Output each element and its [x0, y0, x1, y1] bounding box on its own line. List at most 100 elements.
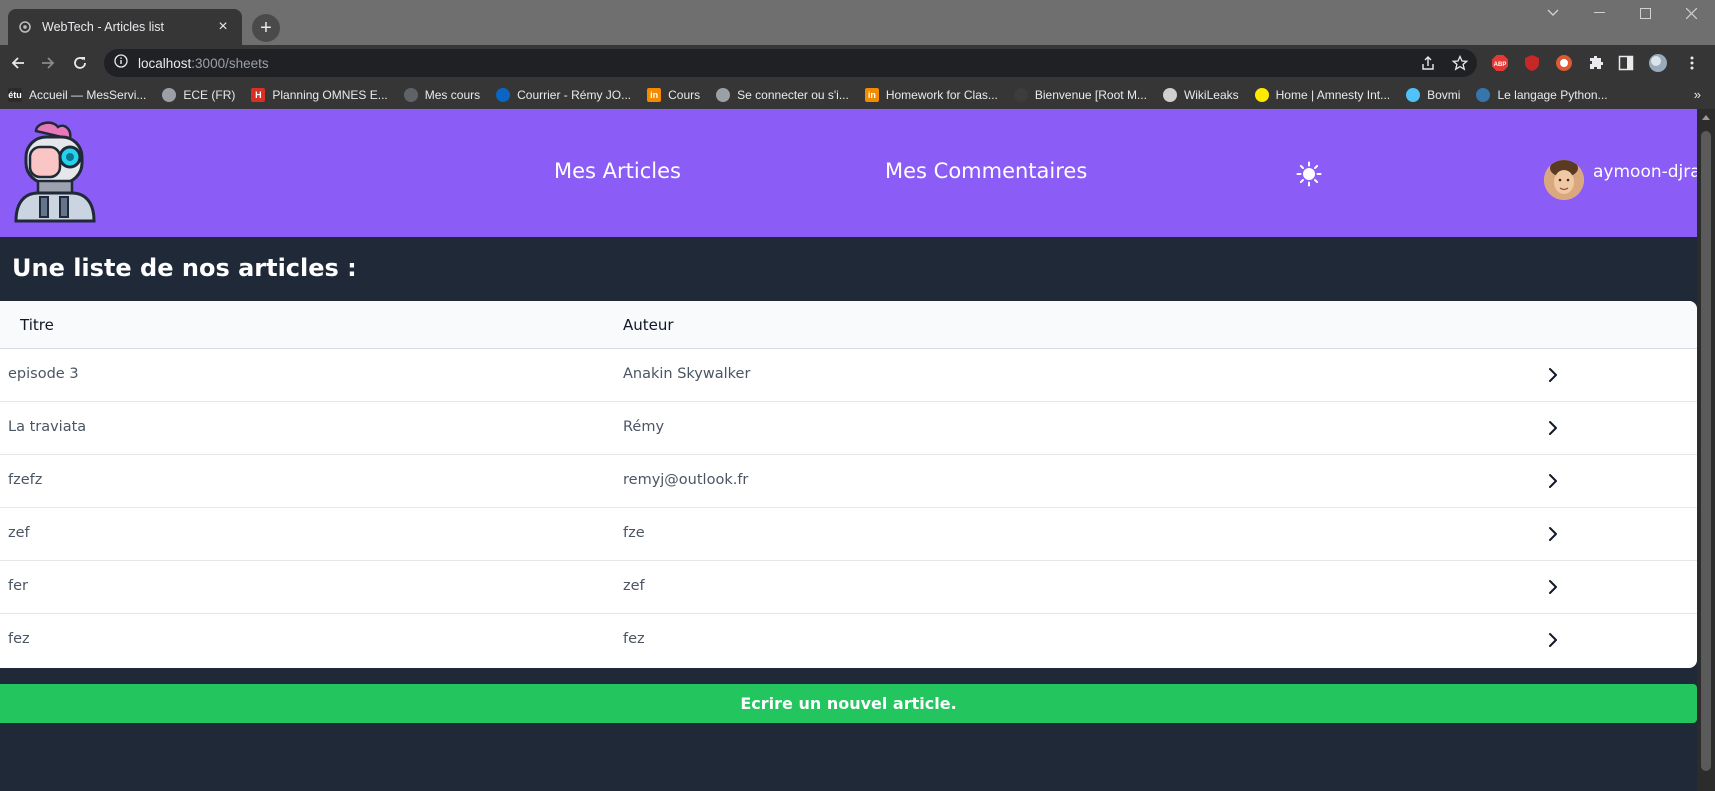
extensions-icon[interactable]: [1586, 53, 1606, 73]
cell-author: remyj@outlook.fr: [623, 472, 749, 488]
bookmark-item[interactable]: Home | Amnesty Int...: [1254, 88, 1391, 102]
bookmark-label: WikiLeaks: [1183, 88, 1239, 102]
column-header-titre: Titre: [20, 316, 54, 334]
side-panel-icon[interactable]: [1616, 53, 1636, 73]
username[interactable]: aymoon-djrak: [1593, 162, 1697, 182]
bookmarks-more-icon[interactable]: »: [1694, 87, 1701, 102]
reload-icon[interactable]: [70, 53, 90, 73]
profile-icon[interactable]: [1648, 53, 1668, 73]
bookmark-label: Homework for Clas...: [885, 88, 998, 102]
new-tab-button[interactable]: +: [252, 14, 280, 42]
bookmark-item[interactable]: in Cours: [647, 88, 700, 102]
bookmark-item[interactable]: in Homework for Clas...: [864, 88, 998, 102]
site-info-icon[interactable]: [114, 53, 128, 73]
cell-author: Rémy: [623, 419, 665, 435]
chevron-right-icon[interactable]: [1546, 632, 1560, 648]
bookmark-label: Mes cours: [424, 88, 481, 102]
bookmark-item[interactable]: Se connecter ou s'i...: [716, 88, 849, 102]
tab-favicon-icon: [18, 20, 32, 34]
duckduckgo-icon[interactable]: [1554, 53, 1574, 73]
table-row[interactable]: fez fez: [0, 614, 1697, 667]
address-bar[interactable]: localhost:3000/sheets: [104, 49, 1477, 77]
cell-title: fer: [8, 578, 28, 594]
bookmark-label: Courrier - Rémy JO...: [517, 88, 632, 102]
table-row[interactable]: zef fze: [0, 508, 1697, 561]
bookmark-label: ECE (FR): [183, 88, 236, 102]
cell-title: fzefz: [8, 472, 43, 488]
bookmark-item[interactable]: Mes cours: [403, 88, 481, 102]
nav-mes-articles[interactable]: Mes Articles: [554, 159, 681, 183]
bookmark-item[interactable]: H Planning OMNES E...: [251, 88, 388, 102]
bookmark-favicon-icon: H: [251, 88, 266, 102]
table-row[interactable]: fer zef: [0, 561, 1697, 614]
cell-author: fze: [623, 525, 645, 541]
bookmark-item[interactable]: Bienvenue [Root M...: [1013, 88, 1147, 102]
bookmark-item[interactable]: WikiLeaks: [1162, 88, 1239, 102]
ublock-icon[interactable]: [1522, 53, 1542, 73]
table-header: Titre Auteur: [0, 301, 1697, 349]
bookmark-label: Bienvenue [Root M...: [1034, 88, 1147, 102]
page-scrollbar[interactable]: [1697, 109, 1715, 791]
bookmark-favicon-icon: [1476, 88, 1491, 102]
nav-mes-commentaires[interactable]: Mes Commentaires: [885, 159, 1087, 183]
back-icon[interactable]: [8, 53, 28, 73]
cell-title: zef: [8, 525, 30, 541]
bookmark-favicon-icon: [716, 88, 731, 102]
articles-table: Titre Auteur episode 3 Anakin Skywalker La…: [0, 301, 1697, 668]
chevron-right-icon[interactable]: [1546, 526, 1560, 542]
bookmark-label: Le langage Python...: [1497, 88, 1608, 102]
bookmark-item[interactable]: Le langage Python...: [1476, 88, 1608, 102]
bookmark-item[interactable]: Courrier - Rémy JO...: [496, 88, 631, 102]
bookmark-label: Cours: [668, 88, 701, 102]
cell-title: fez: [8, 631, 30, 647]
table-row[interactable]: La traviata Rémy: [0, 402, 1697, 455]
url-host: localhost: [138, 55, 192, 71]
url-path: :3000/sheets: [191, 55, 269, 71]
bookmark-favicon-icon: [1406, 88, 1421, 102]
bookmark-label: Se connecter ou s'i...: [737, 88, 849, 102]
adblock-icon[interactable]: ABP: [1490, 53, 1510, 73]
page-content: Mes Articles Mes Commentaires aymoon-djr…: [0, 109, 1697, 791]
chevron-right-icon[interactable]: [1546, 367, 1560, 383]
scroll-thumb[interactable]: [1701, 131, 1711, 771]
close-window-icon[interactable]: [1668, 0, 1714, 26]
bookmark-item[interactable]: ECE (FR): [162, 88, 235, 102]
browser-tab-active[interactable]: WebTech - Articles list ×: [8, 9, 242, 45]
menu-icon[interactable]: [1682, 53, 1702, 73]
bookmark-favicon-icon: [1162, 88, 1177, 102]
chevron-right-icon[interactable]: [1546, 420, 1560, 436]
table-row[interactable]: episode 3 Anakin Skywalker: [0, 349, 1697, 402]
bookmark-star-icon[interactable]: [1450, 53, 1470, 73]
chevron-right-icon[interactable]: [1546, 473, 1560, 489]
chevron-right-icon[interactable]: [1546, 579, 1560, 595]
bookmark-favicon-icon: [496, 88, 511, 102]
bookmark-label: Bovmi: [1427, 88, 1461, 102]
scroll-up-icon[interactable]: [1702, 115, 1710, 120]
browser-toolbar: localhost:3000/sheets ABP: [0, 45, 1715, 81]
new-article-button[interactable]: Ecrire un nouvel article.: [0, 684, 1697, 723]
cell-author: Anakin Skywalker: [623, 366, 751, 382]
forward-icon[interactable]: [38, 53, 58, 73]
sun-icon[interactable]: [1296, 161, 1322, 187]
tab-search-icon[interactable]: [1530, 0, 1576, 26]
table-row[interactable]: fzefz remyj@outlook.fr: [0, 455, 1697, 508]
share-icon[interactable]: [1418, 53, 1438, 73]
bookmark-favicon-icon: [403, 88, 418, 102]
bookmark-label: Home | Amnesty Int...: [1275, 88, 1391, 102]
tab-close-icon[interactable]: ×: [214, 18, 232, 36]
bookmark-favicon-icon: [162, 88, 177, 102]
site-header: Mes Articles Mes Commentaires aymoon-djr…: [0, 109, 1697, 237]
maximize-icon[interactable]: [1622, 0, 1668, 26]
url-text: localhost:3000/sheets: [138, 56, 269, 71]
avatar[interactable]: [1544, 160, 1584, 200]
browser-tabstrip: WebTech - Articles list × +: [0, 0, 1715, 45]
bookmark-item[interactable]: étu Accueil — MesServi...: [8, 88, 146, 102]
bookmark-favicon-icon: in: [647, 88, 662, 102]
table-body: episode 3 Anakin Skywalker La traviata Rémy…: [0, 349, 1697, 667]
bookmark-item[interactable]: Bovmi: [1406, 88, 1460, 102]
bookmarks-bar: étu Accueil — MesServi... ECE (FR) H Plannin…: [0, 81, 1715, 109]
bookmark-label: Planning OMNES E...: [272, 88, 388, 102]
minimize-icon[interactable]: [1576, 0, 1622, 26]
svg-text:ABP: ABP: [1494, 62, 1507, 68]
robot-logo-icon[interactable]: [12, 121, 96, 223]
